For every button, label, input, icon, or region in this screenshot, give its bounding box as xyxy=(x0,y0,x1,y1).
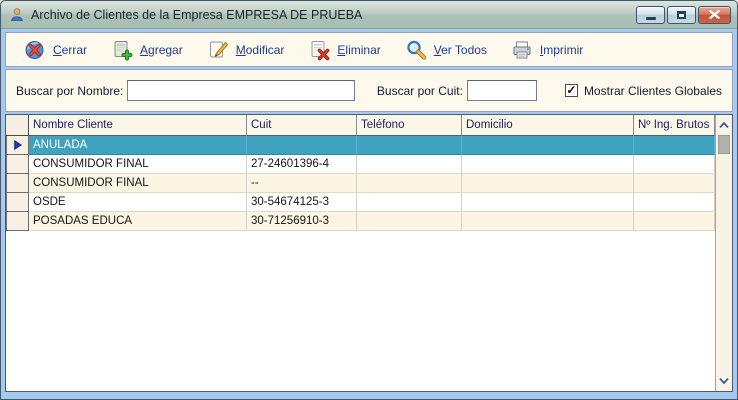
table-cell xyxy=(462,136,634,155)
agregar-button[interactable]: Agregar xyxy=(111,39,183,61)
edit-record-icon xyxy=(207,39,229,61)
table-cell xyxy=(357,212,462,231)
modificar-button[interactable]: Modificar xyxy=(207,39,285,61)
row-indicator-cell xyxy=(6,212,29,231)
clients-grid: Nombre ClienteCuitTeléfonoDomicilioNº In… xyxy=(5,114,733,392)
grid-header: Nombre ClienteCuitTeléfonoDomicilioNº In… xyxy=(6,115,715,136)
add-record-icon xyxy=(111,39,133,61)
cerrar-button[interactable]: Cerrar xyxy=(24,39,87,61)
current-row-marker-icon xyxy=(14,140,22,150)
table-cell: 30-71256910-3 xyxy=(247,212,357,231)
column-header-2[interactable]: Cuit xyxy=(247,115,357,136)
table-cell: CONSUMIDOR FINAL xyxy=(29,174,247,193)
table-cell xyxy=(634,155,715,174)
scroll-down-button[interactable] xyxy=(716,372,732,390)
search-cuit-label: Buscar por Cuit: xyxy=(377,84,463,98)
maximize-button[interactable] xyxy=(667,6,696,24)
column-header-5[interactable]: Nº Ing. Brutos xyxy=(634,115,715,136)
table-cell: -- xyxy=(247,174,357,193)
row-indicator-cell xyxy=(6,193,29,212)
search-name-input[interactable] xyxy=(127,80,355,101)
row-indicator-cell xyxy=(6,174,29,193)
table-cell xyxy=(357,155,462,174)
table-cell xyxy=(462,155,634,174)
column-header-1[interactable]: Nombre Cliente xyxy=(29,115,247,136)
column-header-3[interactable]: Teléfono xyxy=(357,115,462,136)
table-cell xyxy=(357,193,462,212)
table-cell xyxy=(462,193,634,212)
table-row[interactable]: ANULADA xyxy=(6,136,715,155)
close-button[interactable] xyxy=(698,6,731,24)
table-cell xyxy=(634,136,715,155)
eliminar-button[interactable]: Eliminar xyxy=(308,39,380,61)
chevron-down-icon xyxy=(718,377,730,385)
vertical-scrollbar[interactable] xyxy=(715,115,732,391)
grid-body: ANULADACONSUMIDOR FINAL27-24601396-4CONS… xyxy=(6,136,715,231)
table-row[interactable]: POSADAS EDUCA30-71256910-3 xyxy=(6,212,715,231)
ver-todos-button[interactable]: Ver Todos xyxy=(405,39,487,61)
table-cell xyxy=(247,136,357,155)
table-cell: CONSUMIDOR FINAL xyxy=(29,155,247,174)
table-cell: 30-54674125-3 xyxy=(247,193,357,212)
search-cuit-input[interactable] xyxy=(467,80,537,101)
table-cell xyxy=(357,174,462,193)
search-name-label: Buscar por Nombre: xyxy=(16,84,123,98)
titlebar[interactable]: Archivo de Clientes de la Empresa EMPRES… xyxy=(1,1,737,29)
minimize-button[interactable] xyxy=(636,6,665,24)
window-body: Cerrar Agregar Modificar Eliminar Ver Todos I… xyxy=(1,29,737,399)
printer-icon xyxy=(511,39,533,61)
close-window-icon xyxy=(24,39,46,61)
row-indicator-cell xyxy=(6,136,29,155)
table-cell xyxy=(357,136,462,155)
table-row[interactable]: CONSUMIDOR FINAL-- xyxy=(6,174,715,193)
table-cell: POSADAS EDUCA xyxy=(29,212,247,231)
window-icon xyxy=(9,7,25,23)
search-icon xyxy=(405,39,427,61)
delete-record-icon xyxy=(308,39,330,61)
table-cell xyxy=(462,174,634,193)
window-controls xyxy=(634,6,731,24)
table-row[interactable]: OSDE30-54674125-3 xyxy=(6,193,715,212)
table-cell: 27-24601396-4 xyxy=(247,155,357,174)
imprimir-button[interactable]: Imprimir xyxy=(511,39,583,61)
table-cell xyxy=(634,212,715,231)
maximize-icon xyxy=(677,11,686,19)
table-cell xyxy=(462,212,634,231)
column-header-4[interactable]: Domicilio xyxy=(462,115,634,136)
scrollbar-thumb[interactable] xyxy=(718,135,730,154)
window-title: Archivo de Clientes de la Empresa EMPRES… xyxy=(31,8,634,22)
scroll-up-button[interactable] xyxy=(716,116,732,134)
checkbox-icon: ✓ xyxy=(565,84,578,97)
app-window: Archivo de Clientes de la Empresa EMPRES… xyxy=(0,0,738,400)
global-clients-label: Mostrar Clientes Globales xyxy=(584,84,722,98)
grid-corner-cell xyxy=(6,115,29,136)
close-icon xyxy=(709,6,720,24)
chevron-up-icon xyxy=(718,121,730,129)
minimize-icon xyxy=(646,17,656,20)
table-cell xyxy=(634,193,715,212)
table-cell xyxy=(634,174,715,193)
table-cell: OSDE xyxy=(29,193,247,212)
table-row[interactable]: CONSUMIDOR FINAL27-24601396-4 xyxy=(6,155,715,174)
search-panel: Buscar por Nombre: Buscar por Cuit: ✓ Mo… xyxy=(5,69,733,112)
global-clients-checkbox[interactable]: ✓ Mostrar Clientes Globales xyxy=(565,84,722,98)
table-cell: ANULADA xyxy=(29,136,247,155)
toolbar: Cerrar Agregar Modificar Eliminar Ver Todos I… xyxy=(5,32,733,67)
row-indicator-cell xyxy=(6,155,29,174)
